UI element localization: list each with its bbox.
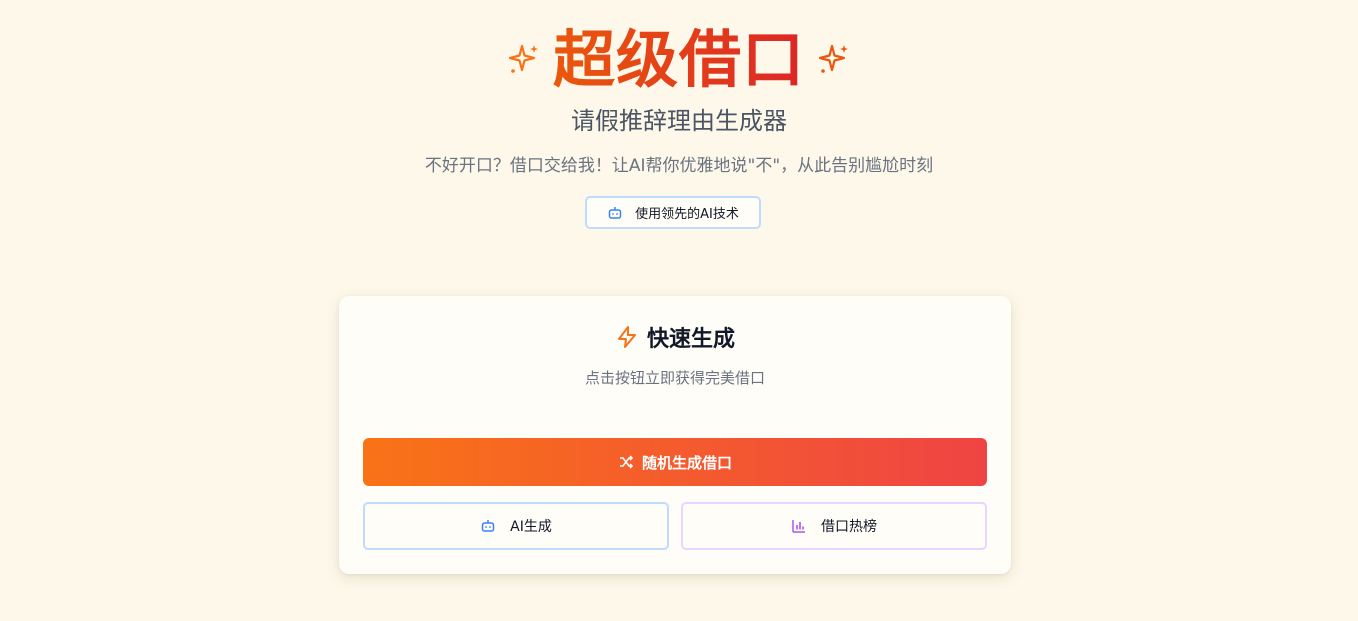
page-title: 超级借口 <box>552 23 805 96</box>
random-generate-label: 随机生成借口 <box>641 453 732 472</box>
bot-icon <box>480 518 496 534</box>
bot-icon <box>607 205 623 221</box>
excuse-ranking-button[interactable]: 借口热榜 <box>681 502 987 550</box>
card-header: 快速生成 <box>339 320 1011 354</box>
random-generate-button[interactable]: 随机生成借口 <box>363 438 987 486</box>
bar-chart-icon <box>791 518 807 534</box>
page-subtitle: 请假推辞理由生成器 <box>571 107 787 135</box>
card-description: 点击按钮立即获得完美借口 <box>584 369 765 387</box>
quick-generate-card: 快速生成 点击按钮立即获得完美借口 随机生成借口 AI生成 借口热榜 <box>339 296 1011 574</box>
badge-label: 使用领先的AI技术 <box>635 207 739 222</box>
shuffle-icon <box>618 454 634 470</box>
ai-generate-label: AI生成 <box>510 519 552 535</box>
tagline: 不好开口？借口交给我！让AI帮你优雅地说"不"，从此告别尴尬时刻 <box>424 156 934 176</box>
sparkles-icon <box>817 43 851 77</box>
zap-icon <box>615 325 639 349</box>
sparkles-icon <box>507 43 541 77</box>
excuse-ranking-label: 借口热榜 <box>821 519 877 535</box>
ai-tech-badge: 使用领先的AI技术 <box>585 196 761 229</box>
card-title: 快速生成 <box>646 327 735 352</box>
title-row: 超级借口 <box>0 24 1358 96</box>
ai-generate-button[interactable]: AI生成 <box>363 502 669 550</box>
